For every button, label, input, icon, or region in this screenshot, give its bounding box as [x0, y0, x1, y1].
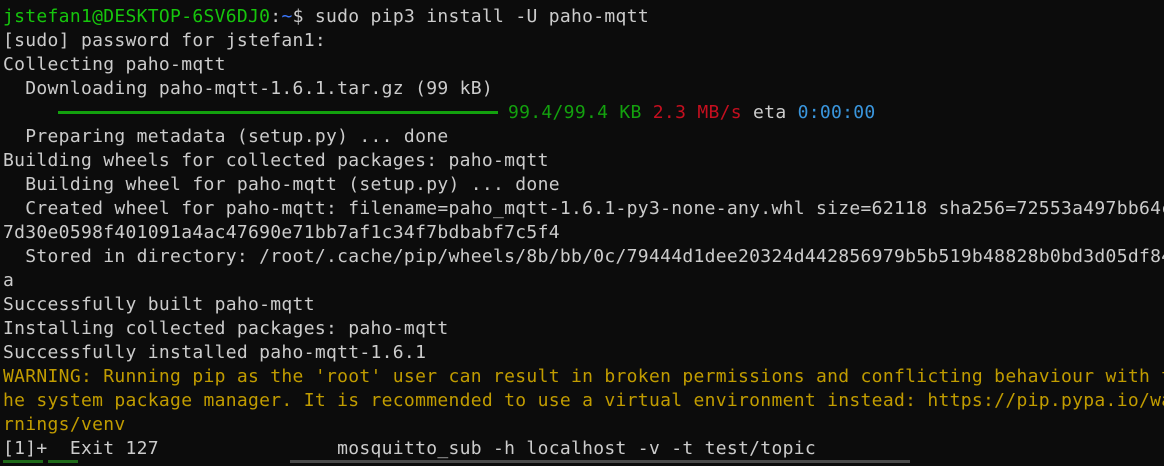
warning-line: WARNING: Running pip as the 'root' user … [3, 366, 1164, 387]
preparing-metadata-line: Preparing metadata (setup.py) ... done [3, 126, 449, 147]
terminal-window[interactable]: jstefan1@DESKTOP-6SV6DJ0:~$ sudo pip3 in… [0, 0, 1164, 466]
eta-label: eta [753, 102, 787, 123]
command-text: sudo pip3 install -U paho-mqtt [314, 6, 649, 27]
collecting-line: Collecting paho-mqtt [3, 54, 226, 75]
prompt-separator: : [270, 6, 282, 27]
downloading-line: Downloading paho-mqtt-1.6.1.tar.gz (99 k… [3, 78, 494, 99]
stored-directory-line: Stored in directory: /root/.cache/pip/wh… [3, 246, 1164, 267]
download-progress-stats: 99.4/99.4 KB 2.3 MB/s eta 0:00:00 [508, 101, 876, 125]
eta-value: 0:00:00 [797, 102, 876, 123]
building-wheel-line: Building wheel for paho-mqtt (setup.py) … [3, 174, 560, 195]
download-speed: 2.3 MB/s [652, 102, 742, 123]
created-wheel-line: Created wheel for paho-mqtt: filename=pa… [3, 198, 1164, 219]
successfully-built-line: Successfully built paho-mqtt [3, 294, 315, 315]
download-progress-bar [58, 111, 498, 114]
created-wheel-line-wrap: 7d30e0598f401091a4ac47690e71bb7af1c34f7b… [3, 222, 560, 243]
prompt-path: ~ [281, 6, 293, 27]
warning-line-wrap: he system package manager. It is recomme… [3, 390, 1164, 411]
prompt-symbol: $ [292, 6, 304, 27]
successfully-installed-line: Successfully installed paho-mqtt-1.6.1 [3, 342, 427, 363]
stored-directory-line-wrap: a [3, 270, 15, 291]
prompt-user-host: jstefan1@DESKTOP-6SV6DJ0 [3, 6, 271, 27]
command-line: jstefan1@DESKTOP-6SV6DJ0:~$ sudo pip3 in… [3, 5, 649, 29]
warning-line-wrap-2: rnings/venv [3, 414, 126, 435]
building-wheels-line: Building wheels for collected packages: … [3, 150, 549, 171]
download-size: 99.4/99.4 KB [508, 102, 642, 123]
partially-visible-next-line [0, 458, 1164, 466]
sudo-password-prompt: [sudo] password for jstefan1: [3, 30, 326, 51]
installing-line: Installing collected packages: paho-mqtt [3, 318, 449, 339]
